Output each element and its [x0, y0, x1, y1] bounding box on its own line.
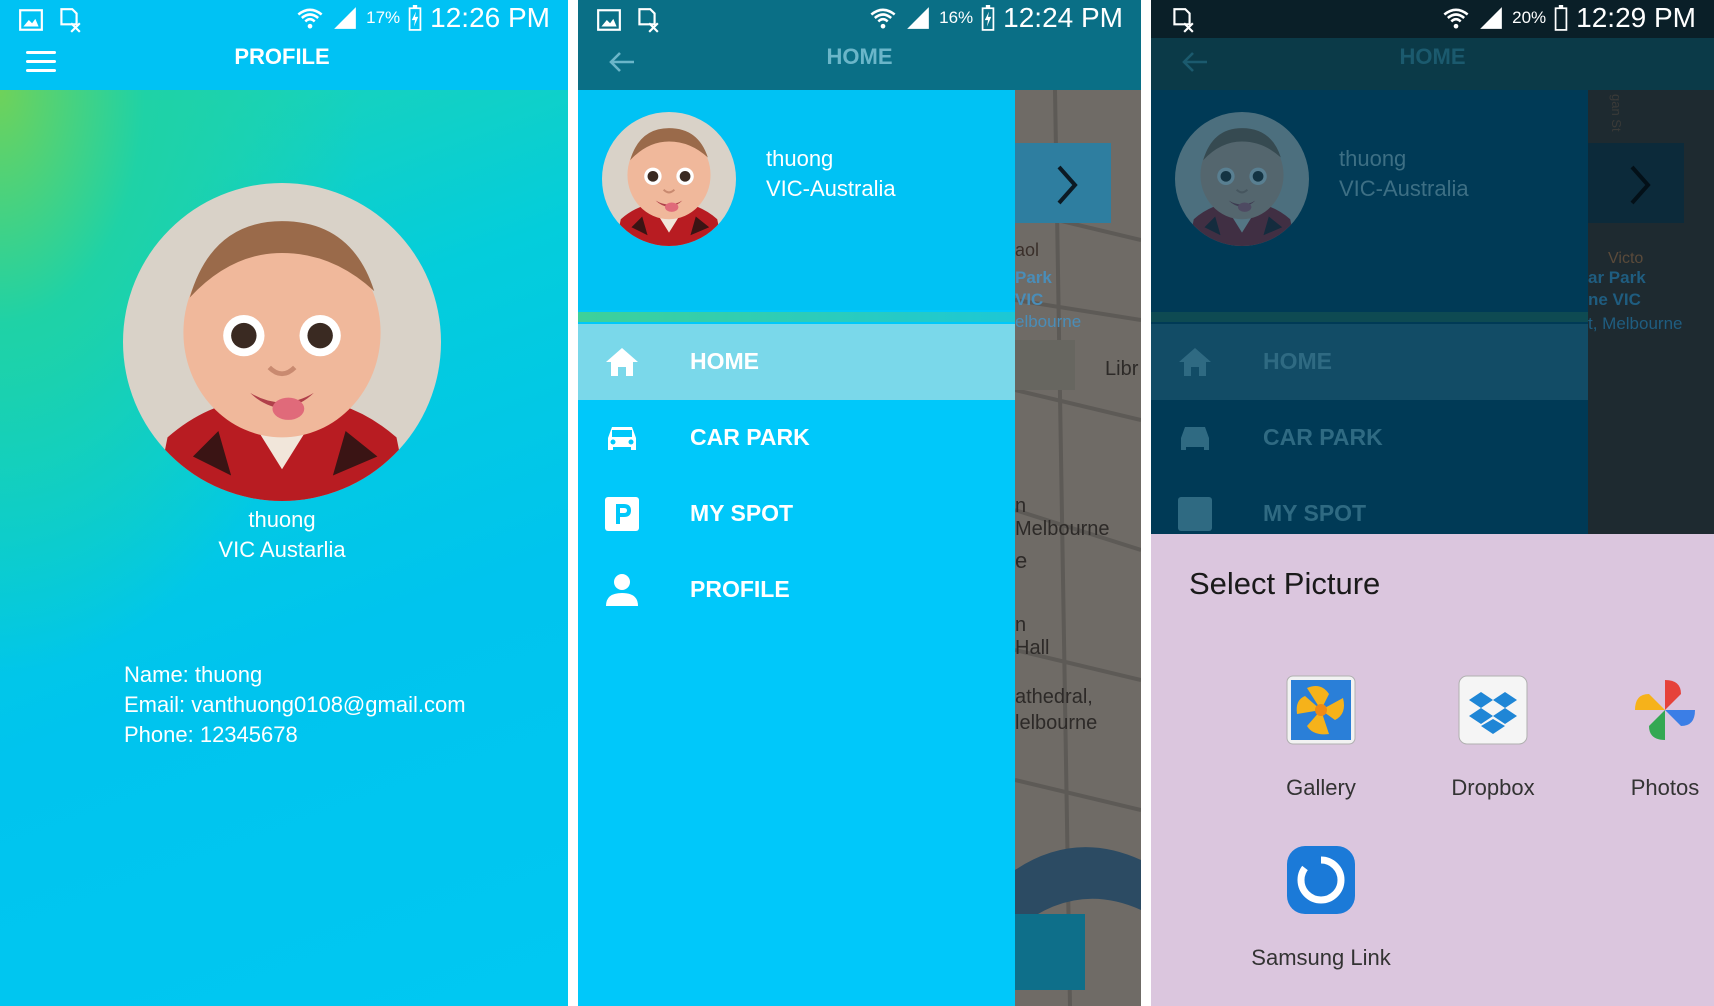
menu-item-home: HOME [1151, 324, 1588, 400]
image-icon [597, 9, 621, 31]
dimmed-background: Victo ar Park ne VIC t, Melbourne gan St… [1151, 90, 1714, 534]
status-bar: 20% 12:29 PM [1151, 0, 1714, 38]
page-title: HOME [826, 44, 893, 69]
signal-icon [334, 7, 356, 29]
status-time: 12:24 PM [1003, 2, 1123, 33]
status-bar: 16% 12:24 PM [578, 0, 1141, 40]
map-view[interactable]: aol Park VIC elbourne Libr n Melbourne e… [1015, 90, 1141, 1006]
profile-avatar[interactable] [123, 183, 441, 501]
profile-details: Name: thuong Email: vanthuong0108@gmail.… [124, 660, 466, 750]
app-label: Dropbox [1451, 775, 1535, 800]
battery-percent: 20% [1512, 8, 1547, 27]
drawer-user-block: thuong VIC-Australia [766, 144, 896, 204]
signal-icon [1480, 7, 1502, 29]
profile-phone-line: Phone: 12345678 [124, 722, 298, 747]
drawer-divider [1151, 312, 1588, 322]
menu-item-home[interactable]: HOME [578, 324, 1015, 400]
parking-icon [605, 497, 639, 531]
drawer-divider [578, 312, 1015, 322]
app-option-photos[interactable]: Photos [1580, 674, 1714, 801]
status-bar: 17% 12:26 PM [0, 0, 568, 40]
photos-icon [1635, 680, 1695, 740]
menu-item-label: HOME [690, 348, 759, 374]
image-icon [19, 9, 43, 31]
menu-item-my-spot: MY SPOT [1151, 476, 1588, 534]
drawer-header: thuong VIC-Australia [578, 90, 1015, 310]
profile-user-location: VIC Austarlia [218, 537, 346, 562]
drawer-user-location: VIC-Australia [766, 176, 896, 201]
car-icon [1181, 427, 1209, 450]
car-icon [608, 427, 636, 450]
menu-item-my-spot[interactable]: MY SPOT [578, 476, 1015, 552]
drawer-user-name: thuong [1339, 146, 1407, 171]
menu-item-label: PROFILE [690, 576, 790, 602]
picker-screen: 20% 12:29 PM HOME Victo ar Park ne VIC t… [1151, 0, 1714, 1006]
app-label: Gallery [1286, 775, 1356, 800]
drawer-user-name: thuong [766, 146, 834, 171]
status-time: 12:26 PM [430, 2, 550, 33]
menu-item-car-park: CAR PARK [1151, 400, 1588, 476]
gallery-icon [1286, 675, 1356, 745]
drawer-user-block: thuong VIC-Australia [1339, 144, 1469, 204]
person-icon [606, 574, 638, 606]
status-time: 12:29 PM [1576, 2, 1696, 33]
sim-icon [638, 8, 659, 33]
home-icon [1179, 348, 1211, 376]
menu-item-label: CAR PARK [690, 424, 810, 450]
page-title: PROFILE [234, 44, 330, 69]
app-option-samsung-link[interactable]: Samsung Link [1236, 844, 1406, 971]
parking-icon [1178, 497, 1212, 531]
menu-item-label: MY SPOT [690, 500, 794, 526]
signal-icon [907, 7, 929, 29]
navigation-drawer: thuong VIC-Australia HOME CAR PARK MY SP… [578, 90, 1015, 1006]
chevron-right-icon [1057, 165, 1078, 205]
battery-percent: 16% [939, 8, 974, 27]
navigation-drawer: thuong VIC-Australia HOME CAR PARK MY SP… [1151, 90, 1588, 534]
dropbox-icon [1458, 675, 1528, 745]
wifi-icon [1443, 8, 1469, 29]
menu-item-profile[interactable]: PROFILE [578, 552, 1015, 628]
map-next-button [1588, 143, 1684, 223]
sheet-title: Select Picture [1189, 566, 1381, 601]
select-picture-sheet: Select Picture Gallery Dropbox Photos Sa… [1151, 534, 1714, 1006]
battery-icon [1554, 5, 1568, 31]
samsung-link-icon [1287, 846, 1355, 914]
drawer-user-location: VIC-Australia [1339, 176, 1469, 201]
drawer-menu: HOME CAR PARK MY SPOT PROFILE [578, 324, 1015, 628]
sim-icon [1173, 8, 1194, 33]
profile-name-line: Name: thuong [124, 662, 263, 687]
home-icon [606, 348, 638, 376]
wifi-icon [297, 8, 323, 29]
app-label: Samsung Link [1251, 945, 1391, 970]
drawer-avatar [1175, 112, 1309, 246]
battery-percent: 17% [366, 8, 401, 27]
profile-screen: 17% 12:26 PM PROFILE thuong VIC Austarli… [0, 0, 568, 1006]
profile-email-line: Email: vanthuong0108@gmail.com [124, 692, 466, 717]
app-option-dropbox[interactable]: Dropbox [1408, 674, 1578, 801]
wifi-icon [870, 8, 896, 29]
profile-user-name: thuong [248, 507, 316, 532]
app-label: Photos [1630, 775, 1700, 800]
battery-icon [408, 5, 422, 31]
drawer-avatar[interactable] [602, 112, 736, 246]
sim-icon [60, 8, 81, 33]
profile-user-block: thuong VIC Austarlia [0, 505, 564, 565]
battery-icon [981, 5, 995, 31]
drawer-screen: aol Park VIC elbourne Libr n Melbourne e… [578, 0, 1141, 1006]
map-action-button[interactable] [1015, 914, 1085, 990]
app-option-gallery[interactable]: Gallery [1236, 674, 1406, 801]
menu-item-car-park[interactable]: CAR PARK [578, 400, 1015, 476]
chevron-right-icon [1630, 165, 1651, 205]
map-next-button[interactable] [1015, 143, 1111, 223]
page-title: HOME [1399, 44, 1466, 69]
